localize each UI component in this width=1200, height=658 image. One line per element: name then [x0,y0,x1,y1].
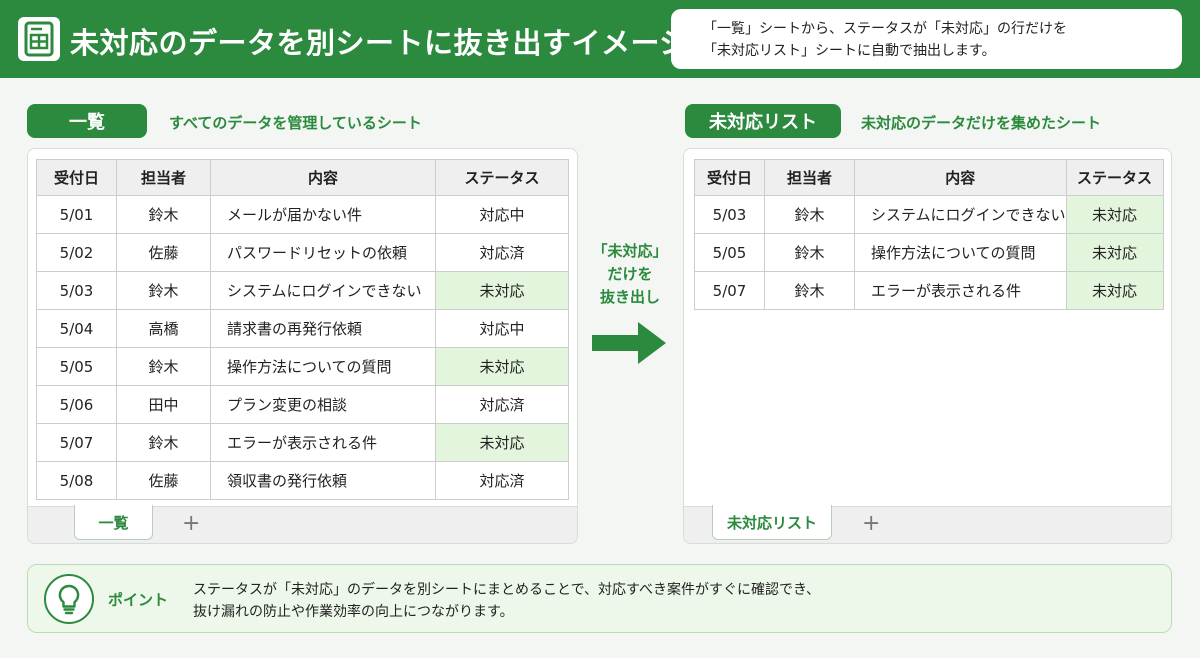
table-row: 5/02 佐藤 パスワードリセットの依頼 対応済 [36,233,569,272]
add-sheet-button[interactable]: + [182,513,200,535]
cell-date[interactable]: 5/04 [36,309,117,348]
right-sheet-panel: 受付日 担当者 内容 ステータス 5/03 鈴木 システムにログインできない 未対応 5… [683,148,1172,544]
table-row: 5/08 佐藤 領収書の発行依頼 対応済 [36,461,569,500]
table-row: 5/01 鈴木 メールが届かない件 対応中 [36,195,569,234]
point-text: ステータスが「未対応」のデータを別シートにまとめることで、対応すべき案件がすぐに… [193,579,820,623]
left-sheet-panel: 受付日 担当者 内容 ステータス 5/01 鈴木 メールが届かない件 対応中 5/02 佐… [27,148,578,544]
cell-date[interactable]: 5/03 [694,195,765,234]
extract-label-line: 抜き出し [599,288,660,306]
column-header: 内容 [854,159,1067,196]
extract-label-line: だけを [607,265,653,283]
cell-content[interactable]: パスワードリセットの依頼 [210,233,436,272]
cell-status[interactable]: 未対応 [435,423,569,462]
page-title: 未対応のデータを別シートに抜き出すイメージ [70,26,689,60]
column-header: ステータス [1065,159,1164,196]
right-data-table: 受付日 担当者 内容 ステータス 5/03 鈴木 システムにログインできない 未対応 5… [694,159,1164,310]
header-bar: 未対応のデータを別シートに抜き出すイメージ 「一覧」シートから、ステータスが「未… [0,0,1200,78]
cell-owner[interactable]: 鈴木 [764,195,855,234]
cell-owner[interactable]: 鈴木 [764,233,855,272]
cell-status[interactable]: 対応中 [435,195,569,234]
lightbulb-icon [44,574,94,624]
cell-content[interactable]: 請求書の再発行依頼 [210,309,436,348]
cell-status[interactable]: 未対応 [435,271,569,310]
cell-content[interactable]: エラーが表示される件 [854,271,1067,310]
spreadsheet-icon [18,17,60,61]
point-box: ポイント ステータスが「未対応」のデータを別シートにまとめることで、対応すべき案… [27,564,1172,633]
tab-ichiran[interactable]: 一覧 [74,505,153,540]
cell-status[interactable]: 未対応 [1065,271,1164,310]
column-header: 受付日 [694,159,765,196]
point-text-line: ステータスが「未対応」のデータを別シートにまとめることで、対応すべき案件がすぐに… [193,582,821,598]
cell-owner[interactable]: 鈴木 [116,195,211,234]
tab-mitaio-list[interactable]: 未対応リスト [712,505,832,540]
header-note-line: 「未対応リスト」シートに自動で抽出します。 [703,43,996,59]
cell-date[interactable]: 5/05 [36,347,117,386]
column-header: ステータス [435,159,569,196]
cell-owner[interactable]: 田中 [116,385,211,424]
point-text-line: 抜け漏れの防止や作業効率の向上につながります。 [193,604,514,620]
left-tab-bar: 一覧 + [28,505,577,543]
left-sheet-description: すべてのデータを管理しているシート [169,114,422,132]
cell-status[interactable]: 対応済 [435,385,569,424]
table-row: 5/04 高橋 請求書の再発行依頼 対応中 [36,309,569,348]
cell-date[interactable]: 5/08 [36,461,117,500]
table-row: 5/03 鈴木 システムにログインできない 未対応 [694,195,1164,234]
cell-content[interactable]: エラーが表示される件 [210,423,436,462]
cell-content[interactable]: システムにログインできない [854,195,1067,234]
header-note-line: 「一覧」シートから、ステータスが「未対応」の行だけを [703,21,1067,37]
table-row: 5/06 田中 プラン変更の相談 対応済 [36,385,569,424]
cell-date[interactable]: 5/05 [694,233,765,272]
cell-date[interactable]: 5/02 [36,233,117,272]
cell-status[interactable]: 対応中 [435,309,569,348]
header-note: 「一覧」シートから、ステータスが「未対応」の行だけを 「未対応リスト」シートに自… [671,9,1182,69]
table-row: 5/03 鈴木 システムにログインできない 未対応 [36,271,569,310]
cell-date[interactable]: 5/07 [694,271,765,310]
table-header-row: 受付日 担当者 内容 ステータス [694,159,1164,196]
cell-content[interactable]: 操作方法についての質問 [210,347,436,386]
cell-status[interactable]: 対応済 [435,461,569,500]
cell-owner[interactable]: 鈴木 [116,423,211,462]
column-header: 内容 [210,159,436,196]
cell-date[interactable]: 5/06 [36,385,117,424]
cell-date[interactable]: 5/07 [36,423,117,462]
right-tab-bar: 未対応リスト + [684,505,1171,543]
cell-owner[interactable]: 佐藤 [116,461,211,500]
cell-status[interactable]: 未対応 [1065,233,1164,272]
add-sheet-button[interactable]: + [862,513,880,535]
cell-owner[interactable]: 鈴木 [116,271,211,310]
table-header-row: 受付日 担当者 内容 ステータス [36,159,569,196]
cell-status[interactable]: 未対応 [435,347,569,386]
table-row: 5/07 鈴木 エラーが表示される件 未対応 [36,423,569,462]
column-header: 受付日 [36,159,117,196]
column-header: 担当者 [764,159,855,196]
extract-label-line: 「未対応」 [592,242,668,260]
cell-owner[interactable]: 高橋 [116,309,211,348]
cell-status[interactable]: 未対応 [1065,195,1164,234]
right-arrow-icon [592,320,668,370]
cell-content[interactable]: 領収書の発行依頼 [210,461,436,500]
extract-label: 「未対応」 だけを 抜き出し [582,240,678,309]
cell-date[interactable]: 5/03 [36,271,117,310]
cell-date[interactable]: 5/01 [36,195,117,234]
cell-status[interactable]: 対応済 [435,233,569,272]
cell-owner[interactable]: 佐藤 [116,233,211,272]
table-row: 5/07 鈴木 エラーが表示される件 未対応 [694,271,1164,310]
cell-owner[interactable]: 鈴木 [764,271,855,310]
point-label: ポイント [108,591,169,609]
cell-content[interactable]: プラン変更の相談 [210,385,436,424]
right-sheet-description: 未対応のデータだけを集めたシート [861,114,1102,132]
left-data-table: 受付日 担当者 内容 ステータス 5/01 鈴木 メールが届かない件 対応中 5/02 佐… [36,159,569,500]
table-row: 5/05 鈴木 操作方法についての質問 未対応 [694,233,1164,272]
cell-content[interactable]: メールが届かない件 [210,195,436,234]
table-row: 5/05 鈴木 操作方法についての質問 未対応 [36,347,569,386]
column-header: 担当者 [116,159,211,196]
cell-content[interactable]: システムにログインできない [210,271,436,310]
cell-owner[interactable]: 鈴木 [116,347,211,386]
cell-content[interactable]: 操作方法についての質問 [854,233,1067,272]
left-sheet-label: 一覧 [27,104,147,138]
right-sheet-label: 未対応リスト [685,104,841,138]
